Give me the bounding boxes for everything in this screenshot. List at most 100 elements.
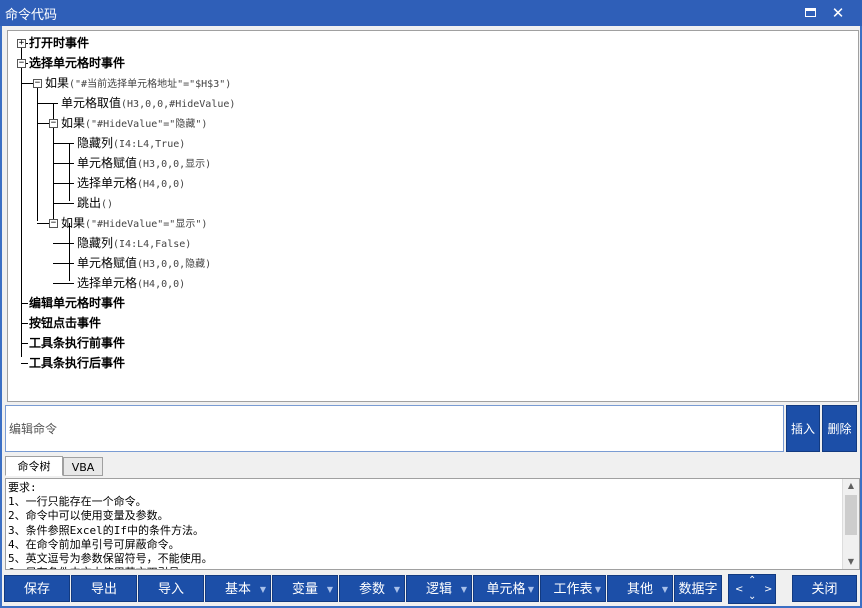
tree-node-label: 如果: [61, 216, 86, 230]
tree-node[interactable]: 单元格赋值(H3,0,0,隐藏): [77, 254, 211, 272]
tree-node[interactable]: 选择单元格时事件: [29, 54, 125, 72]
toolbar-button[interactable]: 导入: [138, 575, 204, 602]
toolbar-button[interactable]: 变量 ▼: [272, 575, 338, 602]
tree-node-args: (I4:L4,True): [113, 139, 186, 150]
tree-connector: [53, 183, 74, 184]
maximize-button[interactable]: [800, 4, 820, 22]
nav-up-icon[interactable]: ⌃: [748, 576, 756, 586]
command-edit-placeholder: 编辑命令: [9, 422, 58, 436]
toolbar-button-label: 参数: [358, 582, 385, 597]
tree-node[interactable]: 选择单元格(H4,0,0): [77, 274, 185, 292]
collapse-icon[interactable]: −: [49, 219, 58, 228]
tree-node-label: 编辑单元格时事件: [29, 296, 126, 310]
tree-node-args: (H3,0,0,显示): [137, 159, 212, 170]
expand-icon[interactable]: +: [17, 39, 26, 48]
tree-connector: [53, 243, 74, 244]
tree-node-label: 工具条执行前事件: [29, 336, 126, 350]
tree-node[interactable]: 如果("#HideValue"="隐藏"): [61, 114, 207, 132]
tree-node-label: 按钮点击事件: [29, 316, 102, 330]
bottom-toolbar: ⌃ < > ⌄ 关闭 保存 导出 导入 基本 ▼ 变量 ▼ 参数 ▼ 逻辑 ▼ 单元格 ▼ 工作表 ▼ 其他 ▼…: [2, 574, 860, 604]
nav-down-icon[interactable]: ⌄: [748, 592, 756, 602]
tree-node[interactable]: 如果("#当前选择单元格地址"="$H$3"): [45, 74, 231, 92]
tree-node-label: 选择单元格时事件: [29, 56, 126, 70]
dropdown-caret-icon: ▼: [326, 585, 333, 594]
requirement-line: 1、一行只能存在一个命令。: [8, 495, 147, 509]
tree-node-args: (H3,0,0,#HideValue): [121, 99, 236, 110]
toolbar-button[interactable]: 参数 ▼: [339, 575, 405, 602]
tree-connector: [53, 163, 74, 164]
navigation-pad[interactable]: ⌃ < > ⌄: [728, 574, 776, 604]
tree-node-args: ("#HideValue"="显示"): [85, 219, 208, 230]
command-edit-input[interactable]: 编辑命令: [5, 405, 784, 452]
tree-node-label: 工具条执行后事件: [29, 356, 126, 370]
tree-node[interactable]: 编辑单元格时事件: [29, 294, 125, 312]
dropdown-caret-icon: ▼: [661, 585, 668, 594]
tree-connector: [21, 323, 28, 324]
toolbar-button-label: 数据字: [678, 582, 718, 597]
toolbar-button[interactable]: 保存: [4, 575, 70, 602]
tree-node[interactable]: 单元格赋值(H3,0,0,显示): [77, 154, 211, 172]
insert-button[interactable]: 插入: [786, 405, 820, 452]
scroll-thumb[interactable]: [845, 495, 857, 535]
toolbar-button-label: 导入: [157, 582, 184, 597]
tab-vba[interactable]: VBA: [63, 457, 103, 476]
tab-command-tree[interactable]: 命令树: [5, 456, 63, 476]
window-title: 命令代码: [5, 8, 58, 23]
tree-node-label: 单元格赋值: [77, 256, 138, 270]
maximize-icon: [804, 8, 816, 17]
tree-node[interactable]: 隐藏列(I4:L4,False): [77, 234, 191, 252]
toolbar-button-label: 基本: [224, 582, 251, 597]
scroll-up-icon[interactable]: ▲: [843, 479, 859, 493]
requirement-line: 2、命令中可以使用变量及参数。: [8, 509, 169, 523]
requirements-text: 要求: 1、一行只能存在一个命令。 2、命令中可以使用变量及参数。 3、条件参照Exc…: [8, 481, 841, 569]
tree-node-args: (H4,0,0): [137, 179, 186, 190]
delete-button[interactable]: 删除: [822, 405, 857, 452]
scroll-down-icon[interactable]: ▼: [843, 555, 859, 569]
requirement-line: 4、在命令前加单引号可屏蔽命令。: [8, 537, 180, 551]
tree-connector: [21, 303, 28, 304]
toolbar-button[interactable]: 工作表 ▼: [540, 575, 606, 602]
toolbar-button-label: 导出: [90, 582, 117, 597]
tree-node[interactable]: 工具条执行后事件: [29, 354, 125, 372]
tree-node-label: 跳出: [77, 196, 102, 210]
toolbar-button-label: 保存: [23, 582, 50, 597]
requirements-scrollbar[interactable]: ▲ ▼: [842, 479, 859, 569]
collapse-icon[interactable]: −: [17, 59, 26, 68]
toolbar-button[interactable]: 其他 ▼: [607, 575, 673, 602]
collapse-icon[interactable]: −: [33, 79, 42, 88]
tree-node[interactable]: 如果("#HideValue"="显示"): [61, 214, 207, 232]
tree-node-label: 选择单元格: [77, 276, 138, 290]
requirements-textbox[interactable]: 要求: 1、一行只能存在一个命令。 2、命令中可以使用变量及参数。 3、条件参照Exc…: [5, 478, 860, 570]
dropdown-caret-icon: ▼: [393, 585, 400, 594]
nav-right-icon[interactable]: >: [764, 585, 772, 595]
command-tree[interactable]: + 打开时事件 − 选择单元格时事件 − 如果("#当前选择单元格地址"="$H$3") 单…: [7, 30, 859, 402]
collapse-icon[interactable]: −: [49, 119, 58, 128]
tree-node[interactable]: 单元格取值(H3,0,0,#HideValue): [61, 94, 235, 112]
tree-node-args: (H4,0,0): [137, 279, 186, 290]
tree-node[interactable]: 跳出(): [77, 194, 113, 212]
toolbar-button[interactable]: 导出: [71, 575, 137, 602]
nav-left-icon[interactable]: <: [735, 585, 743, 595]
toolbar-button-label: 单元格: [486, 582, 526, 597]
tree-node[interactable]: 隐藏列(I4:L4,True): [77, 134, 185, 152]
requirement-line: 6、只有条件中文本使用英文双引号。: [8, 566, 841, 569]
tree-node[interactable]: 打开时事件: [29, 34, 89, 52]
toolbar-button[interactable]: 逻辑 ▼: [406, 575, 472, 602]
requirement-line: 要求:: [8, 481, 37, 494]
toolbar-button[interactable]: 数据字: [674, 575, 722, 602]
tree-connector: [21, 363, 28, 364]
toolbar-button[interactable]: 基本 ▼: [205, 575, 271, 602]
tree-node-args: (): [101, 199, 114, 210]
tree-node[interactable]: 选择单元格(H4,0,0): [77, 174, 185, 192]
tree-node-label: 隐藏列: [77, 136, 114, 150]
tree-node[interactable]: 工具条执行前事件: [29, 334, 125, 352]
close-window-button[interactable]: ✕: [828, 4, 848, 22]
toolbar-button[interactable]: 单元格 ▼: [473, 575, 539, 602]
toolbar-button-label: 其他: [626, 582, 653, 597]
tree-node-label: 如果: [45, 76, 70, 90]
dropdown-caret-icon: ▼: [527, 585, 534, 594]
tree-node[interactable]: 按钮点击事件: [29, 314, 101, 332]
close-button[interactable]: 关闭: [792, 575, 857, 602]
tree-node-label: 如果: [61, 116, 86, 130]
tree-connector: [21, 43, 22, 357]
